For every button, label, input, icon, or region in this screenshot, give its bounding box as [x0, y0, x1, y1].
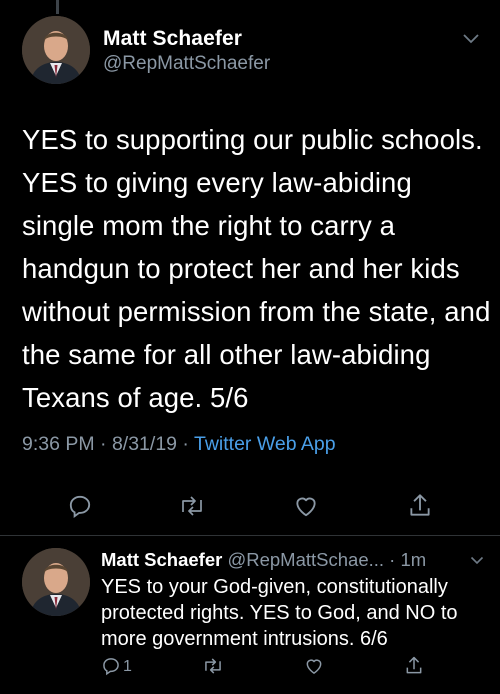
retweet-icon[interactable] — [178, 493, 206, 519]
share-icon[interactable] — [404, 655, 424, 676]
reply-count: 1 — [123, 658, 132, 675]
chevron-down-icon[interactable] — [462, 32, 480, 50]
avatar-photo — [22, 16, 90, 84]
tweet-source-link[interactable]: Twitter Web App — [194, 433, 336, 455]
avatar[interactable] — [22, 548, 90, 616]
tweet-divider — [0, 535, 500, 536]
avatar-photo — [22, 548, 90, 616]
author-name[interactable]: Matt Schaefer — [101, 549, 222, 570]
retweet-icon[interactable] — [202, 656, 224, 676]
author-name[interactable]: Matt Schaefer — [103, 27, 242, 51]
tweet-timestamp: 9:36 PM · 8/31/19 · — [22, 433, 194, 455]
tweet-text: YES to your God-given, constitutionally … — [101, 576, 458, 650]
tweet-meta: 9:36 PM · 8/31/19 · Twitter Web App — [22, 433, 336, 456]
author-handle[interactable]: @RepMattSchaefer — [103, 53, 270, 75]
separator-dot: · — [384, 549, 401, 570]
like-icon[interactable] — [293, 493, 319, 519]
reply-icon[interactable] — [101, 656, 121, 676]
tweet-text: YES to supporting our public schools. YE… — [22, 124, 491, 413]
author-handle[interactable]: @RepMattSchae... — [227, 549, 384, 570]
tweet-time[interactable]: 1m — [401, 549, 427, 570]
like-icon[interactable] — [304, 656, 324, 676]
tweet-header: Matt Schaefer @RepMattSchae... · 1m — [101, 549, 426, 571]
chevron-down-icon[interactable] — [470, 553, 484, 571]
thread-connector-line — [56, 0, 59, 14]
reply-icon[interactable] — [67, 493, 93, 519]
avatar[interactable] — [22, 16, 90, 84]
share-icon[interactable] — [407, 492, 433, 519]
